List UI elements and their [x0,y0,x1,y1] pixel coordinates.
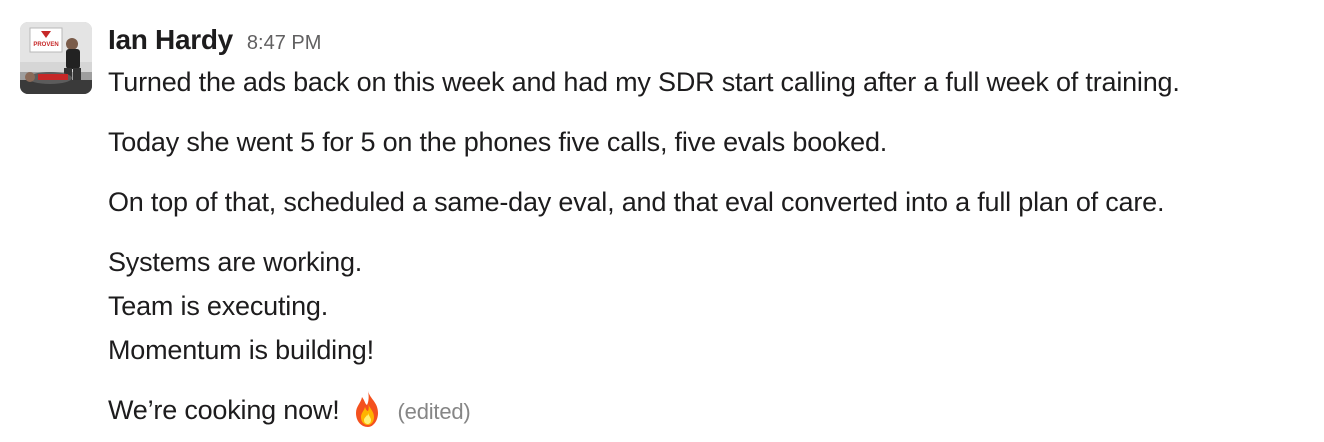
avatar-logo-text: PROVEN [33,42,58,48]
message-final-paragraph: We’re cooking now! (edited) [108,388,1308,434]
message-header: Ian Hardy 8:47 PM [108,20,1308,60]
message-body: Turned the ads back on this week and had… [108,60,1308,434]
message-content: Ian Hardy 8:47 PM Turned the ads back on… [108,20,1308,434]
avatar-photo: PROVEN [20,22,92,94]
message-line-group: Systems are working. Team is executing. … [108,240,1308,372]
message-paragraph: Turned the ads back on this week and had… [108,67,1180,97]
edited-label: (edited) [397,399,471,424]
fire-icon[interactable] [348,389,388,429]
chat-message: PROVEN Ian Hardy 8:47 PM Turned the ads … [0,0,1324,438]
message-final-line: We’re cooking now! [108,395,340,425]
message-paragraph: On top of that, scheduled a same-day eva… [108,187,1165,217]
message-line: Momentum is building! [108,335,374,365]
message-line: Systems are working. [108,247,363,277]
sender-name[interactable]: Ian Hardy [108,20,233,60]
message-line: Team is executing. [108,291,329,321]
avatar[interactable]: PROVEN [20,22,92,94]
message-paragraph: Today she went 5 for 5 on the phones fiv… [108,127,888,157]
timestamp[interactable]: 8:47 PM [247,32,321,55]
